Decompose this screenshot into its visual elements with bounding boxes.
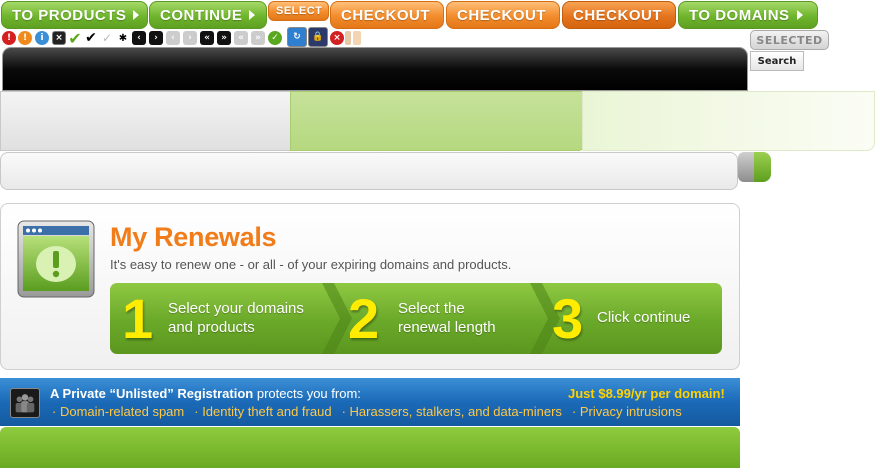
- asterisk-icon: ✱: [118, 32, 128, 44]
- step-text-line: renewal length: [398, 319, 496, 336]
- step-number: 3: [552, 287, 584, 350]
- select-label: SELECT: [276, 5, 323, 17]
- tab-cap-green: [754, 152, 771, 182]
- step-number: 1: [122, 287, 154, 350]
- search-button[interactable]: Search: [750, 51, 804, 71]
- checkout-button-normal[interactable]: CHECKOUT: [330, 1, 444, 29]
- step-text: Select the renewal length: [398, 299, 496, 337]
- threat-item: Identity theft and fraud: [194, 404, 331, 419]
- private-registration-price[interactable]: Just $8.99/yr per domain!: [568, 386, 725, 401]
- private-registration-rest: protects you from:: [253, 386, 361, 401]
- prev-arrow-disabled-icon: ‹: [166, 31, 180, 45]
- lock-icon: 🔒: [308, 27, 328, 47]
- step-text-line: and products: [168, 319, 255, 336]
- next-arrow-icon[interactable]: ›: [149, 31, 163, 45]
- warning-icon: !: [18, 31, 32, 45]
- checkout-label: CHECKOUT: [457, 6, 546, 24]
- header-bar: [2, 47, 748, 91]
- last-page-icon[interactable]: »: [217, 31, 231, 45]
- checkout-button-active[interactable]: CHECKOUT: [562, 1, 676, 29]
- check-black-icon: ✔: [85, 30, 97, 46]
- tab-cap-grey: [738, 152, 754, 182]
- panel-green: [290, 91, 583, 151]
- slider-right-cap-icon: [353, 31, 361, 45]
- info-icon: i: [35, 31, 49, 45]
- error-icon: !: [2, 31, 16, 45]
- checkout-label: CHECKOUT: [341, 6, 430, 24]
- tab-selected-label: SELECTED: [756, 33, 823, 47]
- first-page-disabled-icon: «: [234, 31, 248, 45]
- arrow-right-icon: [133, 10, 140, 20]
- checkout-label: CHECKOUT: [573, 6, 662, 24]
- threat-item: Harassers, stalkers, and data-miners: [342, 404, 562, 419]
- close-box-icon[interactable]: ×: [52, 31, 66, 45]
- renewal-steps: 1 Select your domains and products 2 Sel…: [110, 283, 722, 354]
- tab-selected[interactable]: SELECTED: [750, 30, 829, 50]
- step-text: Click continue: [597, 308, 690, 327]
- checkout-button-hover[interactable]: CHECKOUT: [446, 1, 560, 29]
- private-registration-lead: A Private “Unlisted” Registration: [50, 386, 254, 401]
- last-page-disabled-icon: »: [251, 31, 265, 45]
- people-icon: [15, 394, 35, 413]
- to-domains-button[interactable]: TO DOMAINS: [678, 1, 818, 29]
- arrow-right-icon: [249, 10, 256, 20]
- refresh-icon[interactable]: ↻: [287, 27, 307, 47]
- threat-item: Privacy intrusions: [572, 404, 682, 419]
- check-grey-icon: ✓: [101, 31, 113, 45]
- to-products-label: TO PRODUCTS: [12, 6, 127, 24]
- ok-circle-icon: ✓: [268, 31, 282, 45]
- to-products-button[interactable]: TO PRODUCTS: [1, 1, 148, 29]
- panel-grey: [0, 91, 291, 151]
- step-number: 2: [348, 287, 380, 350]
- alert-monitor-icon: [17, 220, 95, 298]
- step-text-line: Click continue: [597, 309, 691, 326]
- threat-list: Domain-related spam Identity theft and f…: [52, 404, 682, 419]
- to-domains-label: TO DOMAINS: [689, 6, 790, 24]
- page-subtitle: It's easy to renew one - or all - of you…: [110, 257, 512, 272]
- panel-light-green: [582, 91, 875, 151]
- remove-icon[interactable]: ×: [330, 31, 344, 45]
- step-text-line: Select your domains: [168, 300, 304, 317]
- arrow-right-icon: [796, 10, 803, 20]
- slider-left-cap-icon: [345, 31, 351, 45]
- step-text: Select your domains and products: [168, 299, 304, 337]
- step-text-line: Select the: [398, 300, 465, 317]
- continue-button[interactable]: CONTINUE: [149, 1, 267, 29]
- next-arrow-disabled-icon: ›: [183, 31, 197, 45]
- private-registration-icon: [10, 388, 40, 418]
- search-button-label: Search: [757, 55, 797, 67]
- rounded-bar: [0, 152, 738, 190]
- prev-arrow-icon[interactable]: ‹: [132, 31, 146, 45]
- first-page-icon[interactable]: «: [200, 31, 214, 45]
- threat-item: Domain-related spam: [52, 404, 184, 419]
- private-registration-text: A Private “Unlisted” Registration protec…: [50, 386, 361, 401]
- page-title: My Renewals: [110, 222, 277, 252]
- check-green-icon: ✔: [68, 28, 82, 48]
- select-button[interactable]: SELECT: [268, 1, 329, 21]
- continue-label: CONTINUE: [160, 6, 243, 24]
- footer-green-bar: [0, 427, 740, 468]
